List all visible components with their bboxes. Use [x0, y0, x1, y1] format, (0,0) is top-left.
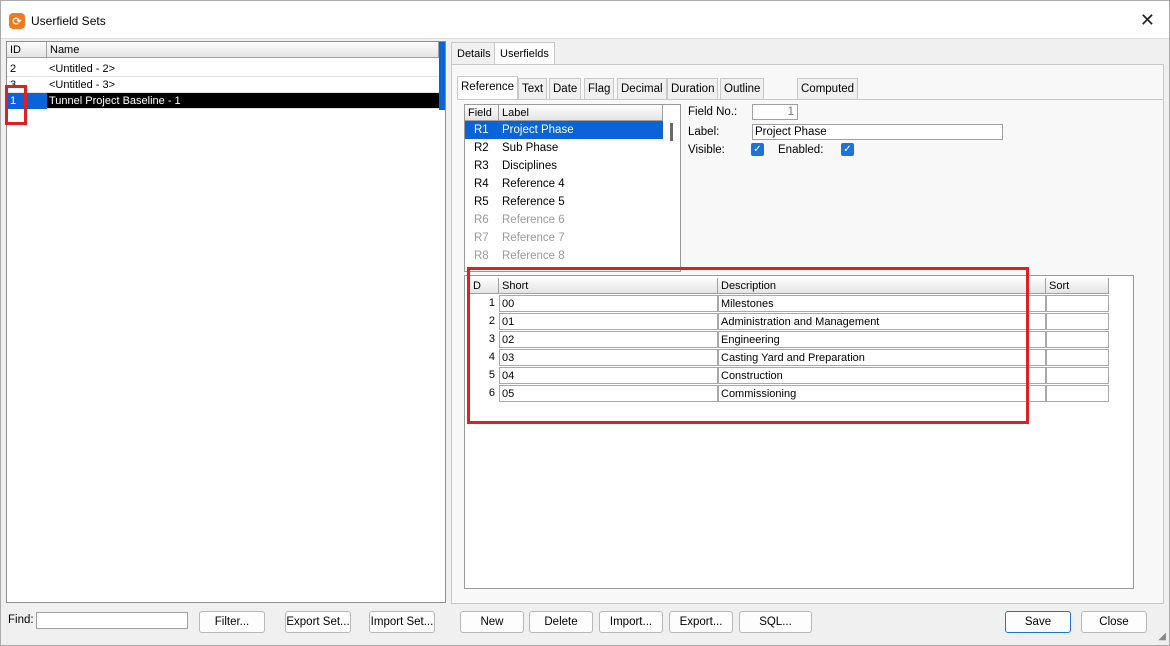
sort-cell[interactable]	[1046, 367, 1109, 384]
field-label: Reference 5	[502, 196, 565, 208]
set-name: <Untitled - 2>	[49, 63, 116, 75]
column-header-field[interactable]: Field	[465, 105, 499, 121]
new-button[interactable]: New	[460, 611, 524, 633]
field-code: R5	[474, 196, 489, 208]
field-label: Project Phase	[502, 124, 574, 136]
field-code: R6	[474, 214, 489, 226]
column-header-sort[interactable]: Sort	[1046, 278, 1109, 294]
highlight-box-values	[467, 267, 1029, 424]
sets-list-row-selected[interactable]: 1 Tunnel Project Baseline - 1	[7, 93, 439, 109]
close-window-icon[interactable]: ✕	[1140, 10, 1155, 31]
subtab-reference[interactable]: Reference	[457, 76, 519, 99]
field-no-label: Field No.:	[688, 106, 738, 118]
sort-cell[interactable]	[1046, 295, 1109, 312]
field-code: R1	[474, 124, 489, 136]
field-list-scrollbar[interactable]	[670, 123, 673, 141]
sort-cell[interactable]	[1046, 313, 1109, 330]
save-button[interactable]: Save	[1005, 611, 1071, 633]
field-label: Reference 8	[502, 250, 565, 262]
filter-button[interactable]: Filter...	[199, 611, 265, 633]
sets-list: ID Name 2 <Untitled - 2> 3 <Untitled - 3…	[6, 41, 446, 603]
app-logo-icon: ⟳	[9, 13, 25, 29]
import-set-button[interactable]: Import Set...	[369, 611, 435, 633]
set-name: <Untitled - 3>	[49, 79, 116, 91]
label-field-label: Label:	[688, 126, 720, 138]
export-set-button[interactable]: Export Set...	[285, 611, 351, 633]
field-row-selected[interactable]: R1 Project Phase	[465, 121, 663, 139]
userfield-sets-window: ⟳ Userfield Sets ✕ ID Name 2 <Untitled -…	[0, 0, 1170, 646]
field-label: Reference 6	[502, 214, 565, 226]
visible-label: Visible:	[688, 144, 725, 156]
field-label: Reference 4	[502, 178, 565, 190]
highlight-box-id	[5, 85, 27, 125]
find-input[interactable]	[36, 612, 188, 629]
tab-userfields[interactable]: Userfields	[494, 42, 555, 64]
sort-cell[interactable]	[1046, 349, 1109, 366]
set-id: 2	[10, 63, 17, 75]
sort-cell[interactable]	[1046, 385, 1109, 402]
field-code: R3	[474, 160, 489, 172]
field-label: Sub Phase	[502, 142, 559, 154]
resize-grip-icon[interactable]: ◢	[1158, 631, 1166, 642]
sets-list-scrollbar[interactable]	[439, 42, 445, 110]
sql-button[interactable]: SQL...	[739, 611, 812, 633]
subtab-outline-codes[interactable]: Outline Codes	[720, 78, 765, 116]
field-row-disabled[interactable]: R7 Reference 7	[465, 229, 663, 247]
tab-details[interactable]: Details	[451, 42, 497, 64]
export-button[interactable]: Export...	[669, 611, 733, 633]
field-row-disabled[interactable]: R8 Reference 8	[465, 247, 663, 265]
subtab-date[interactable]: Date	[549, 78, 582, 99]
field-code: R4	[474, 178, 489, 190]
title-bar: ⟳ Userfield Sets ✕	[1, 1, 1169, 39]
field-list: Field Label R1 Project Phase R2 Sub Phas…	[464, 104, 681, 272]
field-row[interactable]: R3 Disciplines	[465, 157, 663, 175]
sets-list-row[interactable]: 2 <Untitled - 2>	[7, 61, 439, 77]
field-list-header: Field Label	[465, 105, 663, 121]
sort-cell[interactable]	[1046, 331, 1109, 348]
find-label: Find:	[8, 614, 34, 626]
subtab-duration[interactable]: Duration	[667, 78, 719, 99]
subtab-decimal[interactable]: Decimal	[617, 78, 667, 99]
field-row[interactable]: R4 Reference 4	[465, 175, 663, 193]
sets-list-header: ID Name	[7, 42, 439, 58]
column-header-label[interactable]: Label	[499, 105, 663, 121]
field-code: R2	[474, 142, 489, 154]
subtab-text[interactable]: Text	[518, 78, 548, 99]
subtab-flag[interactable]: Flag	[584, 78, 615, 99]
field-row-disabled[interactable]: R6 Reference 6	[465, 211, 663, 229]
field-label: Disciplines	[502, 160, 557, 172]
subtab-computed[interactable]: Computed	[797, 78, 859, 99]
import-button[interactable]: Import...	[599, 611, 663, 633]
set-name: Tunnel Project Baseline - 1	[49, 95, 181, 107]
enabled-label: Enabled:	[778, 144, 824, 156]
window-title: Userfield Sets	[31, 14, 106, 28]
close-button[interactable]: Close	[1081, 611, 1147, 633]
enabled-checkbox[interactable]: ✓	[841, 143, 854, 156]
visible-checkbox[interactable]: ✓	[751, 143, 764, 156]
delete-button[interactable]: Delete	[529, 611, 593, 633]
label-input[interactable]: Project Phase	[752, 124, 1003, 140]
field-label: Reference 7	[502, 232, 565, 244]
field-no-input: 1	[752, 104, 798, 120]
column-header-id[interactable]: ID	[7, 42, 47, 58]
field-row[interactable]: R2 Sub Phase	[465, 139, 663, 157]
field-row[interactable]: R5 Reference 5	[465, 193, 663, 211]
column-header-name[interactable]: Name	[47, 42, 439, 58]
field-code: R8	[474, 250, 489, 262]
sets-list-row[interactable]: 3 <Untitled - 3>	[7, 77, 439, 93]
field-code: R7	[474, 232, 489, 244]
